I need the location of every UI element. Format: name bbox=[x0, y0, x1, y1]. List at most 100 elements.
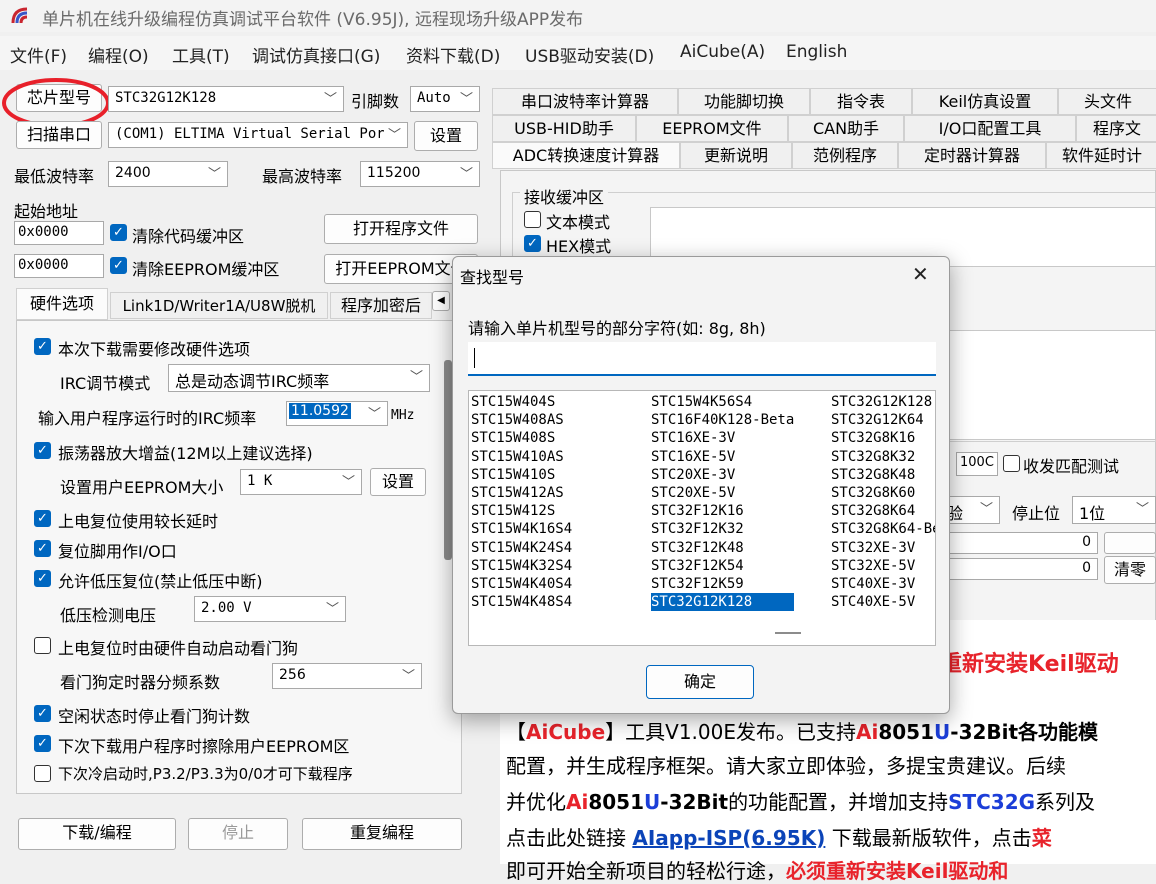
count-100-input[interactable]: 100C bbox=[956, 452, 998, 476]
model-list-item[interactable]: STC15W404S bbox=[471, 393, 572, 411]
model-list-item[interactable]: STC32G8K64 bbox=[831, 502, 935, 520]
eeprom-size-select[interactable]: 1 K ﹀ bbox=[240, 469, 362, 495]
model-list-item[interactable]: STC32XE-3V bbox=[831, 539, 935, 557]
menu-aicube[interactable]: AiCube(A) bbox=[680, 42, 765, 62]
tab-usb-hid[interactable]: USB-HID助手 bbox=[492, 115, 636, 142]
tab-instruction-table[interactable]: 指令表 bbox=[810, 88, 912, 115]
model-list-item[interactable]: STC15W4K32S4 bbox=[471, 557, 572, 575]
match-test-checkbox[interactable] bbox=[1003, 455, 1020, 472]
recv-buffer-lower[interactable] bbox=[940, 330, 1156, 440]
model-list-item[interactable]: STC32G8K16 bbox=[831, 429, 935, 447]
model-list-item[interactable]: STC32G12K64 bbox=[831, 411, 935, 429]
tab-offline[interactable]: Link1D/Writer1A/U8W脱机 bbox=[110, 292, 328, 319]
model-list-item[interactable]: STC15W4K48S4 bbox=[471, 593, 572, 611]
idle-wdt-checkbox[interactable]: ✓ bbox=[34, 705, 51, 722]
model-list-item[interactable]: STC32F12K54 bbox=[651, 557, 794, 575]
lvr-checkbox[interactable]: ✓ bbox=[34, 570, 51, 587]
model-list-item[interactable]: STC32XE-5V bbox=[831, 557, 935, 575]
list-scrollbar[interactable] bbox=[775, 632, 801, 634]
lv-select[interactable]: 2.00 V ﹀ bbox=[194, 596, 346, 622]
model-list-item[interactable]: STC15W412AS bbox=[471, 484, 572, 502]
model-list-item[interactable]: STC15W408S bbox=[471, 429, 572, 447]
model-list-item[interactable]: STC32G8K48 bbox=[831, 466, 935, 484]
cold-boot-checkbox[interactable] bbox=[34, 765, 51, 782]
model-list-item[interactable]: STC15W4K56S4 bbox=[651, 393, 794, 411]
model-list-item[interactable]: STC20XE-3V bbox=[651, 466, 794, 484]
model-list-item[interactable]: STC40XE-3V bbox=[831, 575, 935, 593]
pins-select[interactable]: Auto ﹀ bbox=[410, 86, 480, 112]
model-list-item[interactable]: STC16F40K128-Beta bbox=[651, 411, 794, 429]
stop-bit-select[interactable]: 1位 ﹀ bbox=[1072, 496, 1156, 524]
clear-code-checkbox[interactable]: ✓ bbox=[110, 224, 127, 241]
model-list-item[interactable]: STC15W4K24S4 bbox=[471, 539, 572, 557]
tab-timer-calc[interactable]: 定时器计算器 bbox=[898, 142, 1046, 169]
model-list-item[interactable]: STC32G8K60 bbox=[831, 484, 935, 502]
model-list-item[interactable]: STC20XE-5V bbox=[651, 484, 794, 502]
tab-encrypt[interactable]: 程序加密后 bbox=[330, 292, 432, 319]
menu-file[interactable]: 文件(F) bbox=[10, 42, 67, 67]
open-program-button[interactable]: 打开程序文件 bbox=[324, 214, 478, 244]
tab-pin-switch[interactable]: 功能脚切换 bbox=[678, 88, 810, 115]
model-list-item[interactable]: STC32G12K128 bbox=[831, 393, 935, 411]
model-list-item[interactable]: STC32G12K128 bbox=[651, 593, 795, 612]
close-icon[interactable]: ✕ bbox=[912, 262, 929, 286]
scan-port-button[interactable]: 扫描串口 bbox=[16, 121, 102, 149]
osc-gain-checkbox[interactable]: ✓ bbox=[34, 442, 51, 459]
irc-freq-select[interactable]: 11.0592 ﹀ bbox=[286, 401, 388, 426]
tab-header-file[interactable]: 头文件 bbox=[1058, 88, 1156, 115]
model-list-item[interactable]: STC32G8K64-Beta bbox=[831, 520, 935, 538]
tab-release-notes[interactable]: 更新说明 bbox=[680, 142, 792, 169]
menu-english[interactable]: English bbox=[786, 42, 847, 62]
code-addr-input[interactable]: 0x0000 bbox=[14, 221, 104, 245]
menu-usb-driver[interactable]: USB驱动安装(D) bbox=[525, 42, 654, 67]
menu-tools[interactable]: 工具(T) bbox=[172, 42, 230, 67]
eeprom-set-button[interactable]: 设置 bbox=[370, 468, 426, 496]
tab-program[interactable]: 程序文 bbox=[1076, 115, 1156, 142]
wdt-auto-checkbox[interactable] bbox=[34, 637, 51, 654]
model-list-item[interactable]: STC15W408AS bbox=[471, 411, 572, 429]
hex-mode-radio[interactable]: ✓ bbox=[524, 235, 541, 252]
ok-button[interactable]: 确定 bbox=[646, 665, 754, 699]
model-list-item[interactable]: STC16XE-3V bbox=[651, 429, 794, 447]
tab-eeprom-file[interactable]: EEPROM文件 bbox=[636, 115, 788, 142]
model-list-item[interactable]: STC32F12K48 bbox=[651, 539, 794, 557]
tab-soft-delay[interactable]: 软件延时计 bbox=[1046, 142, 1156, 169]
port-settings-button[interactable]: 设置 bbox=[414, 121, 478, 151]
model-list-item[interactable]: STC40XE-5V bbox=[831, 593, 935, 611]
options-scrollbar[interactable] bbox=[444, 360, 452, 560]
reset-io-checkbox[interactable]: ✓ bbox=[34, 540, 51, 557]
max-baud-select[interactable]: 115200 ﹀ bbox=[360, 161, 480, 187]
tab-can[interactable]: CAN助手 bbox=[788, 115, 904, 142]
text-mode-radio[interactable] bbox=[524, 211, 541, 228]
wdt-div-select[interactable]: 256 ﹀ bbox=[272, 663, 422, 689]
model-list-item[interactable]: STC15W412S bbox=[471, 502, 572, 520]
erase-eeprom-checkbox[interactable]: ✓ bbox=[34, 735, 51, 752]
min-baud-select[interactable]: 2400 ﹀ bbox=[108, 161, 228, 187]
tab-hardware-options[interactable]: 硬件选项 bbox=[16, 288, 108, 320]
chip-model-select[interactable]: STC32G12K128 ﹀ bbox=[108, 86, 344, 112]
model-listbox[interactable]: STC15W404S STC15W408AS STC15W408S STC15W410… bbox=[468, 390, 936, 646]
clear-eeprom-checkbox[interactable]: ✓ bbox=[110, 257, 127, 274]
tab-examples[interactable]: 范例程序 bbox=[792, 142, 898, 169]
model-list-item[interactable]: STC32F12K32 bbox=[651, 520, 794, 538]
model-list-item[interactable]: STC16XE-5V bbox=[651, 448, 794, 466]
long-delay-checkbox[interactable]: ✓ bbox=[34, 510, 51, 527]
download-button[interactable]: 下载/编程 bbox=[18, 818, 176, 850]
tab-adc-calc[interactable]: ADC转换速度计算器 bbox=[492, 142, 680, 169]
model-list-item[interactable]: STC15W4K16S4 bbox=[471, 520, 572, 538]
menu-debug[interactable]: 调试仿真接口(G) bbox=[252, 42, 380, 67]
modify-hw-checkbox[interactable]: ✓ bbox=[34, 338, 51, 355]
clear-count-button[interactable]: 清零 bbox=[1104, 556, 1156, 584]
tab-scroll-left-icon[interactable]: ◀ bbox=[432, 291, 450, 311]
download-link[interactable]: AIapp-ISP(6.95K) bbox=[632, 826, 825, 850]
model-list-item[interactable]: STC32G8K32 bbox=[831, 448, 935, 466]
menu-download[interactable]: 资料下载(D) bbox=[406, 42, 500, 67]
port-select[interactable]: (COM1) ELTIMA Virtual Serial Port ﹀ bbox=[108, 122, 408, 148]
tab-baud-calc[interactable]: 串口波特率计算器 bbox=[492, 88, 678, 115]
model-list-item[interactable]: STC32F12K16 bbox=[651, 502, 794, 520]
repeat-program-button[interactable]: 重复编程 bbox=[302, 818, 462, 850]
menu-program[interactable]: 编程(O) bbox=[88, 42, 149, 67]
model-list-item[interactable]: STC15W410S bbox=[471, 466, 572, 484]
model-list-item[interactable]: STC15W410AS bbox=[471, 448, 572, 466]
model-list-item[interactable]: STC32F12K59 bbox=[651, 575, 794, 593]
